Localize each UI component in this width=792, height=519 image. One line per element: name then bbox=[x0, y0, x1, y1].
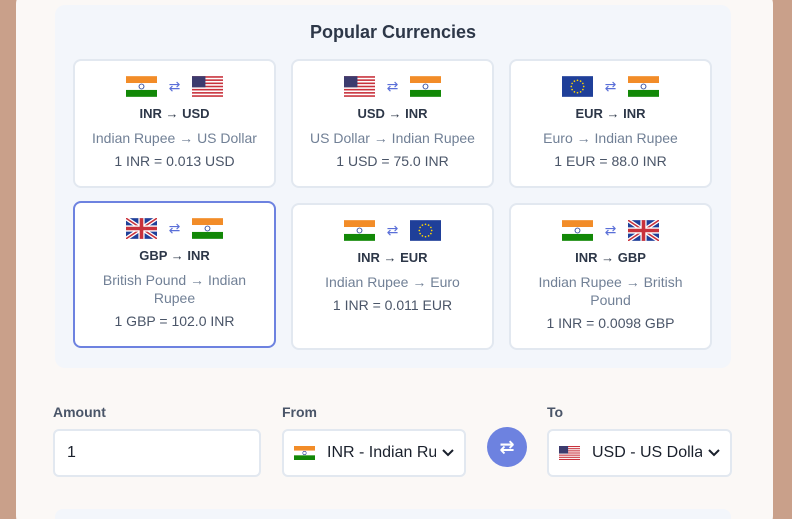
popular-currencies-title: Popular Currencies bbox=[309, 22, 477, 42]
amount-input[interactable] bbox=[55, 431, 259, 475]
flag-pair: ⇄ bbox=[293, 75, 492, 97]
currency-pair-tile[interactable]: ⇄ USD → INR US Dollar → Indian Rupee 1 USD … bbox=[291, 59, 494, 188]
swap-mini-icon: ⇄ bbox=[604, 221, 617, 238]
pair-code: EUR → INR bbox=[575, 106, 646, 121]
pair-names: British Pound → Indian Rupee bbox=[102, 272, 247, 306]
to-label: To bbox=[547, 404, 564, 420]
flag-pair: ⇄ bbox=[75, 75, 274, 97]
amount-label: Amount bbox=[53, 404, 106, 420]
us-flag-icon bbox=[192, 75, 223, 97]
currency-pair-tile[interactable]: ⇄ INR → USD Indian Rupee → US Dollar 1 INR … bbox=[73, 59, 276, 188]
chevron-down-icon bbox=[706, 446, 720, 460]
swap-mini-icon: ⇄ bbox=[168, 219, 181, 236]
pair-names: Indian Rupee → Euro bbox=[325, 274, 460, 290]
pair-code: GBP → INR bbox=[139, 248, 210, 263]
to-currency-select[interactable]: USD - US Dollar bbox=[547, 429, 732, 477]
to-currency-value: USD - US Dollar bbox=[592, 444, 702, 461]
india-flag-icon bbox=[628, 75, 659, 97]
from-label: From bbox=[282, 404, 317, 420]
eu-flag-icon bbox=[410, 219, 441, 241]
currency-pair-tile[interactable]: ⇄ INR → EUR Indian Rupee → Euro 1 INR = 0.0… bbox=[291, 203, 494, 350]
swap-mini-icon: ⇄ bbox=[604, 77, 617, 94]
flag-pair: ⇄ bbox=[511, 219, 710, 241]
pair-rate: 1 INR = 0.011 EUR bbox=[332, 297, 453, 313]
pair-code: INR → USD bbox=[139, 106, 210, 121]
india-flag-icon bbox=[562, 219, 593, 241]
swap-mini-icon: ⇄ bbox=[386, 221, 399, 238]
from-currency-select[interactable]: INR - Indian Rupee bbox=[282, 429, 466, 477]
pair-rate: 1 GBP = 102.0 INR bbox=[114, 313, 235, 329]
pair-rate: 1 INR = 0.013 USD bbox=[114, 153, 235, 169]
amount-field[interactable] bbox=[53, 429, 261, 477]
swap-arrows-icon: ⇄ bbox=[499, 436, 515, 457]
from-currency-value: INR - Indian Rupee bbox=[327, 444, 436, 461]
swap-mini-icon: ⇄ bbox=[386, 77, 399, 94]
currency-pair-tile[interactable]: ⇄ GBP → INR British Pound → Indian Rupee 1 … bbox=[73, 201, 276, 348]
flag-pair: ⇄ bbox=[511, 75, 710, 97]
us-flag-icon bbox=[344, 75, 375, 97]
pair-names: Euro → Indian Rupee bbox=[543, 130, 678, 146]
swap-mini-icon: ⇄ bbox=[168, 77, 181, 94]
result-panel bbox=[55, 509, 731, 519]
india-flag-icon bbox=[126, 75, 157, 97]
chevron-down-icon bbox=[440, 446, 454, 460]
pair-rate: 1 EUR = 88.0 INR bbox=[554, 153, 667, 169]
pair-names: Indian Rupee → US Dollar bbox=[92, 130, 257, 146]
pair-code: INR → EUR bbox=[357, 250, 428, 265]
flag-pair: ⇄ bbox=[75, 217, 274, 239]
india-flag-icon bbox=[410, 75, 441, 97]
india-flag-icon bbox=[294, 446, 315, 460]
pair-names: Indian Rupee → British Pound bbox=[538, 274, 683, 308]
pair-code: INR → GBP bbox=[575, 250, 646, 265]
pair-names: US Dollar → Indian Rupee bbox=[310, 130, 475, 146]
eu-flag-icon bbox=[562, 75, 593, 97]
uk-flag-icon bbox=[126, 217, 157, 239]
india-flag-icon bbox=[192, 217, 223, 239]
currency-pair-tile[interactable]: ⇄ INR → GBP Indian Rupee → British Pound 1 … bbox=[509, 203, 712, 350]
swap-currencies-button[interactable]: ⇄ bbox=[487, 427, 527, 467]
india-flag-icon bbox=[344, 219, 375, 241]
us-flag-icon bbox=[559, 446, 580, 460]
pair-rate: 1 USD = 75.0 INR bbox=[336, 153, 449, 169]
pair-code: USD → INR bbox=[357, 106, 428, 121]
flag-pair: ⇄ bbox=[293, 219, 492, 241]
currency-pair-tile[interactable]: ⇄ EUR → INR Euro → Indian Rupee 1 EUR = 88.… bbox=[509, 59, 712, 188]
uk-flag-icon bbox=[628, 219, 659, 241]
pair-rate: 1 INR = 0.0098 GBP bbox=[546, 315, 675, 331]
